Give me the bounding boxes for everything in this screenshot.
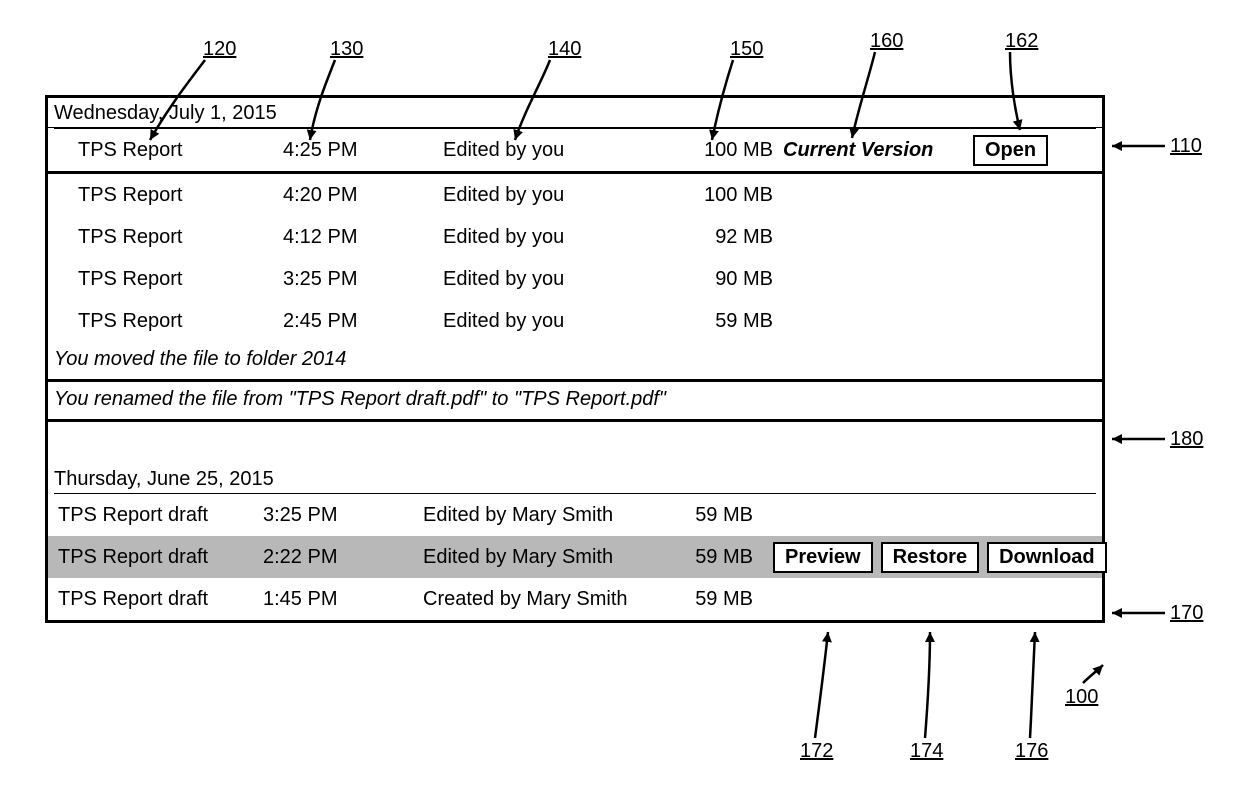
ref-160: 160	[870, 30, 903, 53]
file-time: 3:25 PM	[283, 268, 443, 291]
ref-150: 150	[730, 38, 763, 61]
version-history-panel: Wednesday, July 1, 2015 TPS Report 4:25 …	[45, 95, 1105, 623]
file-time: 4:25 PM	[283, 139, 443, 162]
version-row[interactable]: TPS Report 3:25 PM Edited by you 90 MB	[48, 258, 1102, 300]
file-name: TPS Report	[54, 139, 283, 162]
preview-button[interactable]: Preview	[773, 542, 873, 573]
file-editor: Edited by you	[443, 184, 683, 207]
version-row-current[interactable]: TPS Report 4:25 PM Edited by you 100 MB …	[48, 129, 1102, 171]
file-time: 3:25 PM	[263, 504, 423, 527]
version-row[interactable]: TPS Report 2:45 PM Edited by you 59 MB	[48, 300, 1102, 342]
row-actions: Preview Restore Download	[753, 542, 1107, 573]
date-header-2: Thursday, June 25, 2015	[48, 458, 1102, 493]
file-time: 2:22 PM	[263, 546, 423, 569]
version-row[interactable]: TPS Report draft 3:25 PM Edited by Mary …	[48, 494, 1102, 536]
file-size: 59 MB	[663, 546, 753, 569]
file-name: TPS Report draft	[54, 546, 263, 569]
file-size: 100 MB	[683, 184, 773, 207]
ref-140: 140	[548, 38, 581, 61]
file-size: 92 MB	[683, 226, 773, 249]
file-name: TPS Report	[54, 310, 283, 333]
file-size: 100 MB	[683, 139, 773, 162]
file-editor: Edited by you	[443, 139, 683, 162]
version-row[interactable]: TPS Report 4:20 PM Edited by you 100 MB	[48, 174, 1102, 216]
version-row-selected[interactable]: TPS Report draft 2:22 PM Edited by Mary …	[48, 536, 1102, 578]
date-header-1: Wednesday, July 1, 2015	[48, 98, 1102, 128]
file-editor: Edited by Mary Smith	[423, 546, 663, 569]
file-name: TPS Report	[54, 184, 283, 207]
file-size: 59 MB	[663, 504, 753, 527]
ref-162: 162	[1005, 30, 1038, 53]
open-button[interactable]: Open	[973, 135, 1048, 166]
version-row[interactable]: TPS Report draft 1:45 PM Created by Mary…	[48, 578, 1102, 620]
ref-174: 174	[910, 740, 943, 763]
download-button[interactable]: Download	[987, 542, 1107, 573]
ref-180: 180	[1170, 428, 1203, 451]
row-actions: Open	[963, 135, 1096, 166]
file-event-move: You moved the file to folder 2014	[48, 342, 1102, 379]
ref-100: 100	[1065, 686, 1098, 709]
version-row[interactable]: TPS Report 4:12 PM Edited by you 92 MB	[48, 216, 1102, 258]
file-size: 90 MB	[683, 268, 773, 291]
file-editor: Edited by you	[443, 226, 683, 249]
file-name: TPS Report draft	[54, 504, 263, 527]
ref-176: 176	[1015, 740, 1048, 763]
file-time: 1:45 PM	[263, 588, 423, 611]
ref-172: 172	[800, 740, 833, 763]
file-time: 4:12 PM	[283, 226, 443, 249]
file-time: 2:45 PM	[283, 310, 443, 333]
current-version-tag: Current Version	[773, 139, 963, 162]
file-size: 59 MB	[663, 588, 753, 611]
restore-button[interactable]: Restore	[881, 542, 979, 573]
file-name: TPS Report draft	[54, 588, 263, 611]
file-editor: Edited by you	[443, 268, 683, 291]
file-event-rename: You renamed the file from "TPS Report dr…	[48, 382, 1102, 419]
diagram-stage: Wednesday, July 1, 2015 TPS Report 4:25 …	[0, 0, 1240, 792]
ref-130: 130	[330, 38, 363, 61]
file-time: 4:20 PM	[283, 184, 443, 207]
ref-110: 110	[1170, 135, 1202, 158]
ref-170: 170	[1170, 602, 1203, 625]
file-name: TPS Report	[54, 226, 283, 249]
file-name: TPS Report	[54, 268, 283, 291]
file-size: 59 MB	[683, 310, 773, 333]
file-editor: Created by Mary Smith	[423, 588, 663, 611]
file-editor: Edited by Mary Smith	[423, 504, 663, 527]
spacer	[48, 422, 1102, 458]
ref-120: 120	[203, 38, 236, 61]
file-editor: Edited by you	[443, 310, 683, 333]
